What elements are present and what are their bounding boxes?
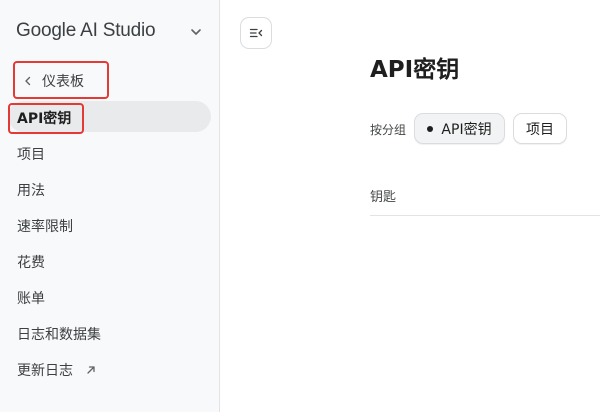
sidebar-item-changelog[interactable]: 更新日志 — [17, 360, 97, 380]
sidebar-item-projects[interactable]: 项目 — [17, 144, 45, 164]
sidebar-item-api-keys[interactable]: API密钥 — [17, 108, 71, 128]
chip-label: API密钥 — [441, 121, 492, 138]
chevron-down-icon[interactable] — [188, 24, 204, 40]
external-link-icon — [87, 366, 95, 374]
sidebar-item-usage[interactable]: 用法 — [17, 180, 45, 200]
sidebar-item-logs-datasets[interactable]: 日志和数据集 — [17, 324, 101, 344]
group-by-label: 按分组 — [370, 123, 407, 137]
sidebar-item-label: 用法 — [17, 183, 45, 199]
back-to-dashboard-link[interactable]: 仪表板 — [22, 70, 84, 92]
chevron-left-icon — [25, 76, 31, 86]
sidebar-item-label: 项目 — [17, 147, 45, 163]
sidebar-toggle-button[interactable] — [240, 17, 272, 49]
app-brand: Google AI Studio — [16, 20, 156, 41]
sidebar-item-label: 速率限制 — [17, 219, 73, 235]
table-header-divider — [370, 215, 600, 216]
sidebar-item-label: 更新日志 — [17, 363, 73, 379]
table-column-header-key[interactable]: 钥匙 — [370, 186, 396, 205]
group-by-api-keys-chip[interactable]: API密钥 — [414, 113, 505, 144]
back-label: 仪表板 — [42, 74, 84, 90]
group-by-projects-chip[interactable]: 项目 — [513, 113, 567, 144]
sidebar-item-label: 花费 — [17, 255, 45, 271]
page-title: API密钥 — [370, 57, 460, 83]
sidebar-toggle-icon — [249, 28, 263, 38]
app-root: Google AI Studio 仪表板 API密钥 项目 用法 速率限制 花费 — [0, 0, 600, 412]
sidebar-item-billing[interactable]: 账单 — [17, 288, 45, 308]
selected-dot-icon — [427, 125, 434, 132]
sidebar-item-label: 日志和数据集 — [17, 327, 101, 343]
sidebar-item-label: 账单 — [17, 291, 45, 307]
sidebar: Google AI Studio 仪表板 API密钥 项目 用法 速率限制 花费 — [0, 0, 220, 412]
chip-label: 项目 — [526, 121, 554, 138]
sidebar-item-rate-limits[interactable]: 速率限制 — [17, 216, 73, 236]
sidebar-item-spend[interactable]: 花费 — [17, 252, 45, 272]
sidebar-item-label: API密钥 — [17, 111, 72, 127]
